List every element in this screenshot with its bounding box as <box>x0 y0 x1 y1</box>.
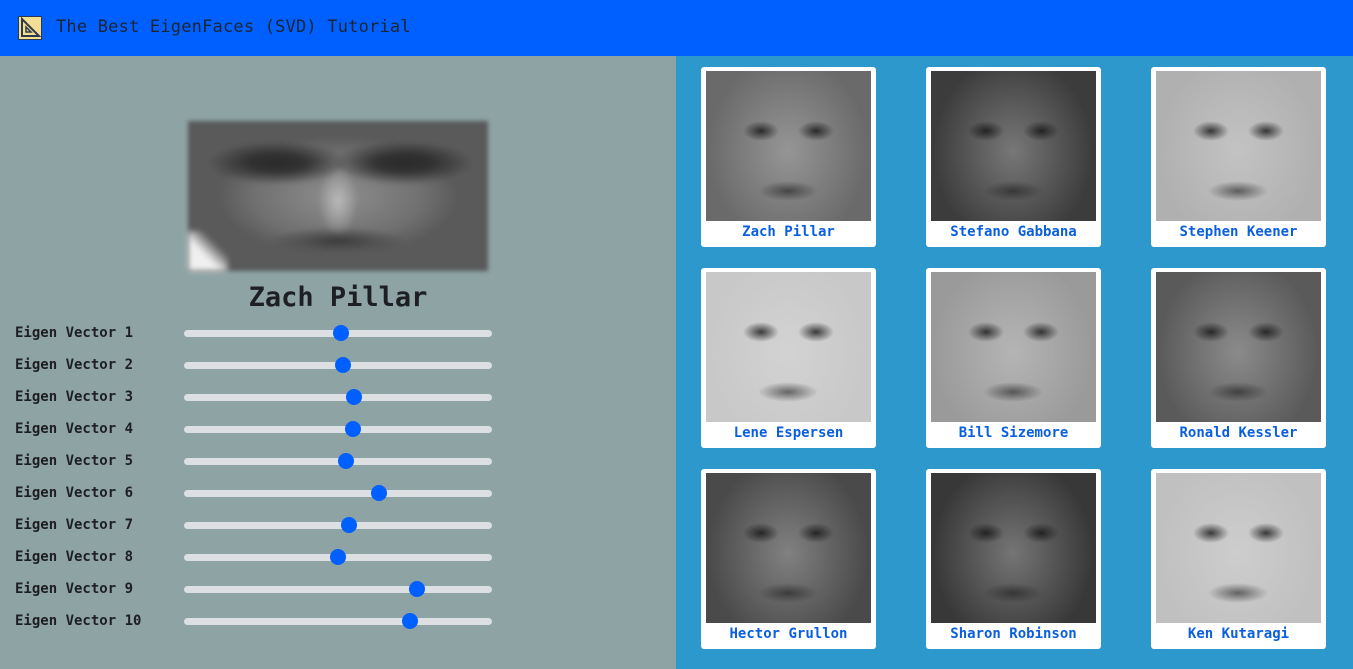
slider-label: Eigen Vector 5 <box>15 453 134 469</box>
slider-thumb[interactable] <box>370 485 387 501</box>
face-photo[interactable] <box>931 272 1096 422</box>
face-card-name[interactable]: Ken Kutaragi <box>1151 626 1326 642</box>
slider-label: Eigen Vector 2 <box>15 357 134 373</box>
face-photo[interactable] <box>706 272 871 422</box>
eigen-vector-slider-row: Eigen Vector 3 <box>0 387 676 407</box>
slider-track[interactable] <box>184 357 492 373</box>
eigen-vector-slider-row: Eigen Vector 6 <box>0 483 676 503</box>
face-photo[interactable] <box>931 71 1096 221</box>
eigen-vector-slider-row: Eigen Vector 1 <box>0 323 676 343</box>
face-photo[interactable] <box>931 473 1096 623</box>
face-card-name[interactable]: Lene Espersen <box>701 425 876 441</box>
slider-track[interactable] <box>184 581 492 597</box>
slider-track[interactable] <box>184 389 492 405</box>
eigen-vector-slider-row: Eigen Vector 10 <box>0 611 676 631</box>
slider-thumb[interactable] <box>330 549 346 565</box>
app-title: The Best EigenFaces (SVD) Tutorial <box>56 17 411 37</box>
face-card[interactable]: Ronald Kessler <box>1151 268 1326 448</box>
slider-thumb[interactable] <box>408 581 425 597</box>
slider-thumb[interactable] <box>338 453 354 469</box>
face-card[interactable]: Hector Grullon <box>701 469 876 649</box>
selected-person-name: Zach Pillar <box>248 282 428 313</box>
eigen-vector-slider-row: Eigen Vector 9 <box>0 579 676 599</box>
slider-track[interactable] <box>184 485 492 501</box>
face-card[interactable]: Lene Espersen <box>701 268 876 448</box>
face-card-name[interactable]: Hector Grullon <box>701 626 876 642</box>
slider-track[interactable] <box>184 453 492 469</box>
reconstructed-face-shading <box>188 231 228 271</box>
face-card[interactable]: Zach Pillar <box>701 67 876 247</box>
slider-thumb[interactable] <box>344 421 361 437</box>
slider-label: Eigen Vector 7 <box>15 517 134 533</box>
slider-thumb[interactable] <box>346 389 363 405</box>
face-card-name[interactable]: Zach Pillar <box>701 224 876 240</box>
eigen-vector-slider-row: Eigen Vector 2 <box>0 355 676 375</box>
face-card[interactable]: Stephen Keener <box>1151 67 1326 247</box>
slider-label: Eigen Vector 4 <box>15 421 134 437</box>
slider-label: Eigen Vector 9 <box>15 581 134 597</box>
eigen-vector-slider-row: Eigen Vector 4 <box>0 419 676 439</box>
slider-label: Eigen Vector 8 <box>15 549 134 565</box>
face-photo[interactable] <box>1156 71 1321 221</box>
eigen-vector-slider-row: Eigen Vector 8 <box>0 547 676 567</box>
slider-track[interactable] <box>184 613 492 629</box>
slider-label: Eigen Vector 1 <box>15 325 134 341</box>
reconstructed-face-image <box>188 121 488 271</box>
slider-label: Eigen Vector 6 <box>15 485 134 501</box>
slider-track[interactable] <box>184 517 492 533</box>
face-photo[interactable] <box>706 71 871 221</box>
eigen-vector-slider-row: Eigen Vector 7 <box>0 515 676 535</box>
slider-thumb[interactable] <box>334 357 351 373</box>
reconstruction-panel: Zach Pillar Eigen Vector 1 Eigen Vector 2… <box>0 56 676 669</box>
face-card[interactable]: Ken Kutaragi <box>1151 469 1326 649</box>
slider-thumb[interactable] <box>402 613 419 629</box>
slider-label: Eigen Vector 3 <box>15 389 134 405</box>
face-card-name[interactable]: Stephen Keener <box>1151 224 1326 240</box>
slider-thumb[interactable] <box>341 517 358 533</box>
eigen-vector-slider-row: Eigen Vector 5 <box>0 451 676 471</box>
slider-track[interactable] <box>184 325 492 341</box>
face-gallery: Zach Pillar Stefano Gabbana Stephen Keener… <box>676 56 1353 669</box>
face-card-name[interactable]: Bill Sizemore <box>926 425 1101 441</box>
slider-thumb[interactable] <box>333 325 350 341</box>
face-card[interactable]: Stefano Gabbana <box>926 67 1101 247</box>
face-card-name[interactable]: Sharon Robinson <box>926 626 1101 642</box>
slider-track[interactable] <box>184 421 492 437</box>
slider-track[interactable] <box>184 549 492 565</box>
face-photo[interactable] <box>1156 473 1321 623</box>
face-card[interactable]: Sharon Robinson <box>926 469 1101 649</box>
face-card-name[interactable]: Stefano Gabbana <box>926 224 1101 240</box>
triangle-ruler-icon <box>18 16 42 40</box>
slider-label: Eigen Vector 10 <box>15 613 142 629</box>
face-photo[interactable] <box>1156 272 1321 422</box>
app-header: The Best EigenFaces (SVD) Tutorial <box>0 0 1353 56</box>
face-card[interactable]: Bill Sizemore <box>926 268 1101 448</box>
face-photo[interactable] <box>706 473 871 623</box>
face-card-name[interactable]: Ronald Kessler <box>1151 425 1326 441</box>
